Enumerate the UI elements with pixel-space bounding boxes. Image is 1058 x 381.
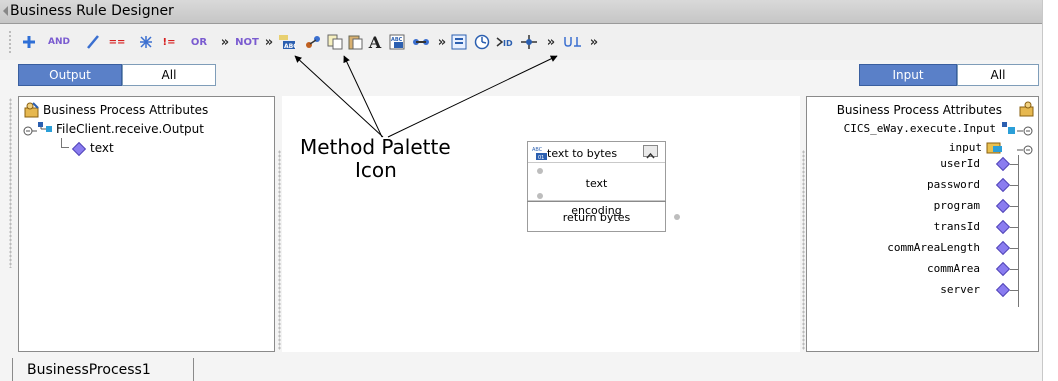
field-diamond-icon [995, 240, 1011, 256]
tab-label: BusinessProcess1 [27, 362, 151, 378]
tree-node-label[interactable]: CICS_eWay.execute.Input [844, 122, 996, 135]
input-field-label[interactable]: commArea [927, 262, 980, 275]
tree-branch-line [1018, 155, 1019, 307]
field-diamond-icon [995, 219, 1011, 235]
input-field-label[interactable]: password [927, 178, 980, 191]
field-diamond-icon [995, 156, 1011, 172]
tree-expand-toggle-icon[interactable] [1017, 122, 1035, 141]
tab-businessprocess1[interactable]: BusinessProcess1 [12, 358, 194, 381]
business-attributes-icon [1018, 101, 1034, 121]
object-node-icon [1002, 121, 1016, 140]
input-expand-toggle-icon[interactable] [1017, 141, 1035, 160]
input-field-label[interactable]: transId [934, 220, 980, 233]
input-field-label[interactable]: program [934, 199, 980, 212]
input-tree-panel[interactable]: Business Process Attributes CICS_eWay.ex… [806, 96, 1039, 352]
business-rule-designer-window: Business Rule Designer AND == != OR » NO… [0, 0, 1043, 381]
input-node-label[interactable]: input [949, 141, 982, 154]
right-canvas-splitter[interactable] [802, 150, 805, 350]
input-field-label[interactable]: commAreaLength [887, 241, 980, 254]
input-node-icon [986, 139, 1004, 158]
field-diamond-icon [995, 261, 1011, 277]
field-diamond-icon [995, 177, 1011, 193]
input-field-label[interactable]: userId [940, 157, 980, 170]
tree-root-label: Business Process Attributes [836, 103, 1002, 117]
field-diamond-icon [995, 282, 1011, 298]
input-field-label[interactable]: server [940, 283, 980, 296]
field-diamond-icon [995, 198, 1011, 214]
